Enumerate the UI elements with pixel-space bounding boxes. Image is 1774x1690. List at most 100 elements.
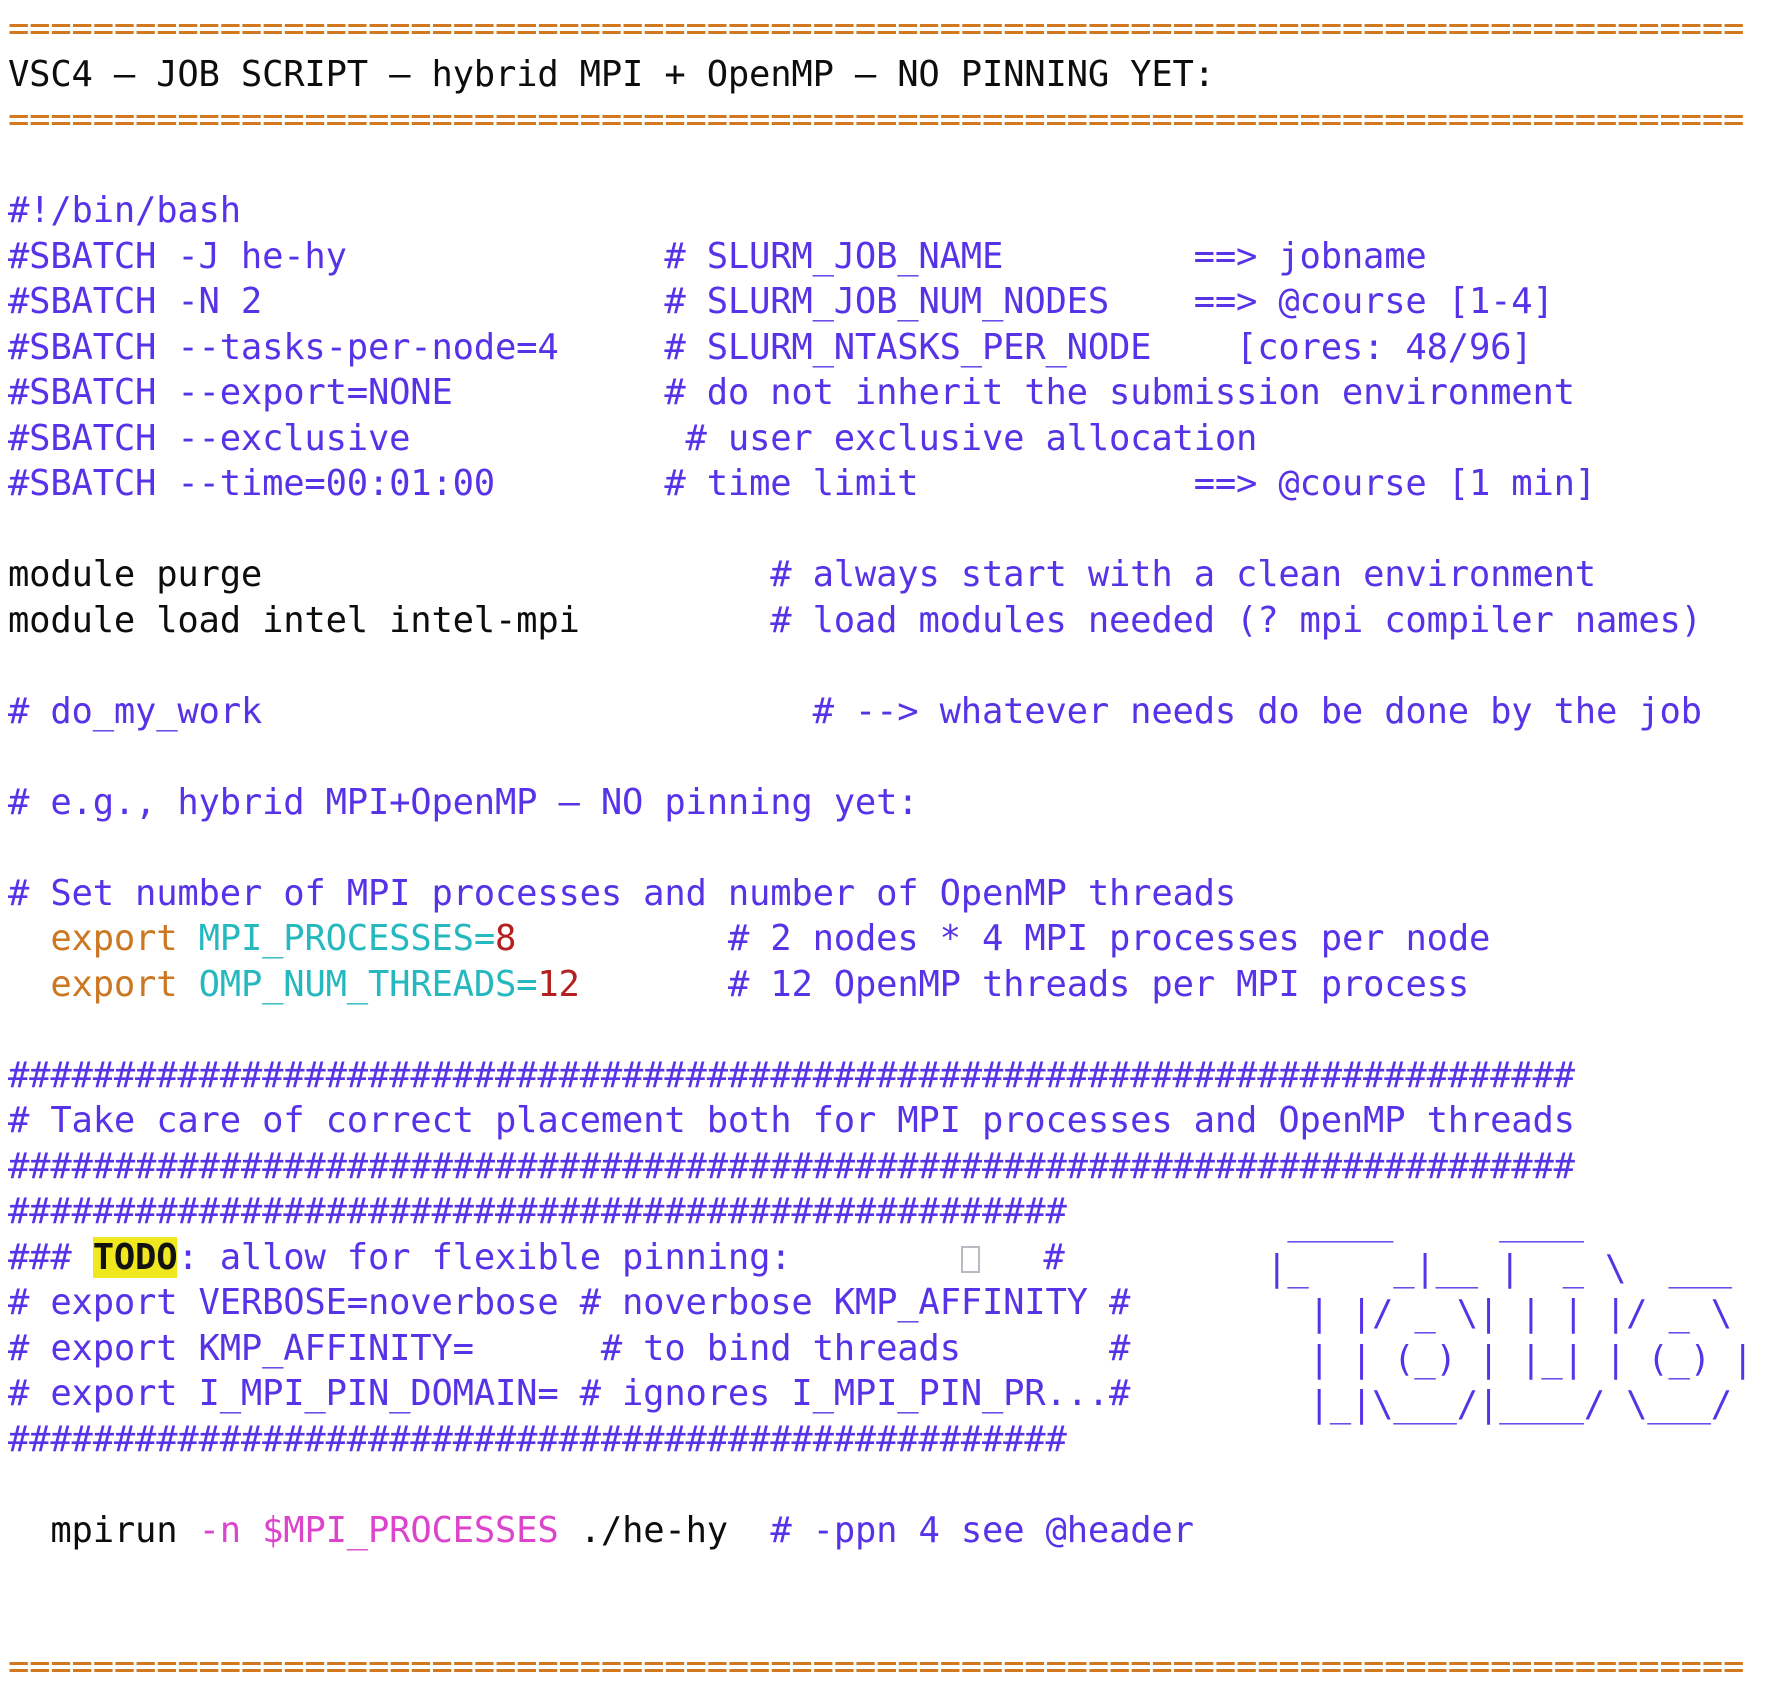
pinning-right: # (1109, 1327, 1131, 1369)
page-title: VSC4 – JOB SCRIPT – hybrid MPI + OpenMP … (8, 53, 1215, 95)
work-comment: # --> whatever needs do be done by the j… (812, 690, 1702, 732)
mpirun-space2 (559, 1510, 580, 1551)
sbatch-gap (262, 281, 664, 322)
code-slide: ========================================… (0, 0, 1774, 1687)
sbatch-gap (495, 463, 664, 504)
sbatch-gap (559, 327, 665, 368)
work-line: # do_my_work # --> whatever needs do be … (8, 689, 1766, 735)
sbatch-gap (347, 236, 665, 277)
mpirun-line: mpirun -n $MPI_PROCESSES ./he-hy # -ppn … (8, 1508, 1766, 1554)
export-varname: MPI_PROCESSES= (198, 918, 496, 959)
sbatch-comment: # SLURM_JOB_NAME ==> jobname (664, 235, 1427, 277)
mpirun-space (177, 1510, 198, 1551)
sbatch-gap (453, 372, 665, 413)
hash-rule-long: ########################################… (8, 1145, 1575, 1187)
todo-gap (791, 1237, 960, 1278)
pinning-right: # (1109, 1373, 1131, 1414)
top-rule: ========================================… (8, 8, 1745, 49)
sbatch-line: #SBATCH --exclusive # user exclusive all… (8, 416, 1766, 462)
export-value: 8 (495, 918, 517, 959)
sbatch-line: #SBATCH --export=NONE # do not inherit t… (8, 370, 1766, 416)
export-keyword: export (50, 963, 178, 1005)
todo-trailing-hash: # (1043, 1236, 1065, 1278)
sbatch-gap (410, 418, 685, 459)
module-comment: # always start with a clean environment (770, 554, 1596, 595)
export-indent (8, 964, 50, 1005)
export-gap (580, 964, 728, 1005)
export-comment: # 12 OpenMP threads per MPI process (727, 963, 1469, 1005)
todo-gap2 (980, 1237, 1044, 1278)
pinning-right: # (1109, 1282, 1131, 1323)
module-gap (262, 554, 770, 595)
bottom-rule: ========================================… (8, 1646, 1745, 1687)
title-underline-rule: ========================================… (8, 99, 1745, 140)
ascii-art-row: | |/ _ \| | | |/ _ \ (1245, 1293, 1733, 1334)
mpirun-indent (8, 1510, 50, 1551)
pinning-left: # export I_MPI_PIN_DOMAIN= # ignores I_M… (8, 1373, 1109, 1414)
ascii-art-row: | | (_) | |_| | (_) | (1245, 1338, 1754, 1380)
sbatch-code: #SBATCH -N 2 (8, 281, 263, 322)
export-space (177, 918, 198, 959)
sbatch-code: #SBATCH --time=00:01:00 (8, 463, 495, 504)
module-line: module purge # always start with a clean… (8, 552, 1766, 598)
export-comment: # 2 nodes * 4 MPI processes per node (727, 918, 1491, 959)
work-code: # do_my_work (8, 690, 263, 732)
sbatch-code: #SBATCH -J he-hy (8, 235, 347, 277)
ascii-art-todo: _____ ____ |_ _|__ | _ \ ___ | |/ _ \| |… (1245, 1200, 1753, 1428)
mpirun-gap (728, 1510, 770, 1551)
set-numbers-note: # Set number of MPI processes and number… (8, 872, 1237, 914)
ascii-art-row: |_|\___/|____/ \___/ (1245, 1384, 1733, 1425)
module-line: module load intel intel-mpi # load modul… (8, 598, 1766, 644)
pinning-left: # export KMP_AFFINITY= # to bind threads (8, 1327, 1109, 1369)
export-value: 12 (537, 963, 580, 1005)
module-code: module purge (8, 554, 263, 595)
sbatch-line: #SBATCH --tasks-per-node=4 # SLURM_NTASK… (8, 325, 1766, 371)
sbatch-comment: # do not inherit the submission environm… (664, 372, 1575, 413)
export-line: export MPI_PROCESSES=8 # 2 nodes * 4 MPI… (8, 916, 1766, 962)
module-code: module load intel intel-mpi (8, 599, 580, 641)
export-space (177, 964, 198, 1005)
mpirun-comment: # -ppn 4 see @header (770, 1509, 1194, 1551)
sbatch-code: #SBATCH --export=NONE (8, 372, 453, 413)
ascii-art-row: |_ _|__ | _ \ ___ (1245, 1247, 1732, 1289)
mpirun-args: -n $MPI_PROCESSES (198, 1509, 559, 1551)
todo-prefix: ### (8, 1236, 93, 1278)
work-gap (262, 691, 813, 732)
sbatch-comment: # time limit ==> @course [1 min] (664, 463, 1596, 504)
missing-glyph-box (960, 1245, 980, 1273)
sbatch-code: #SBATCH --exclusive (8, 417, 411, 459)
sbatch-comment: # user exclusive allocation (685, 417, 1258, 459)
export-varname: OMP_NUM_THREADS= (198, 963, 538, 1005)
module-gap (580, 600, 771, 641)
sbatch-code: #SBATCH --tasks-per-node=4 (8, 326, 559, 368)
export-keyword: export (50, 918, 178, 959)
sbatch-line: #SBATCH --time=00:01:00 # time limit ==>… (8, 461, 1766, 507)
sbatch-line: #SBATCH -N 2 # SLURM_JOB_NUM_NODES ==> @… (8, 279, 1766, 325)
pinning-left: # export VERBOSE=noverbose # noverbose K… (8, 1282, 1109, 1323)
example-note: # e.g., hybrid MPI+OpenMP – NO pinning y… (8, 781, 919, 823)
shebang-line: #!/bin/bash (8, 190, 241, 231)
sbatch-comment: # SLURM_JOB_NUM_NODES ==> @course [1-4] (664, 281, 1554, 322)
mpirun-binary: ./he-hy (579, 1509, 728, 1551)
export-indent (8, 918, 50, 959)
ascii-art-row: _____ ____ (1245, 1202, 1584, 1243)
hash-rule-long: ########################################… (8, 1054, 1575, 1096)
todo-badge: TODO (92, 1236, 178, 1278)
sbatch-comment: # SLURM_NTASKS_PER_NODE [cores: 48/96] (664, 326, 1533, 368)
placement-note: # Take care of correct placement both fo… (8, 1100, 1575, 1141)
mpirun-command: mpirun (50, 1509, 178, 1551)
module-comment: # load modules needed (? mpi compiler na… (770, 599, 1702, 641)
todo-suffix: : allow for flexible pinning: (177, 1236, 792, 1278)
export-line: export OMP_NUM_THREADS=12 # 12 OpenMP th… (8, 962, 1766, 1008)
sbatch-line: #SBATCH -J he-hy # SLURM_JOB_NAME ==> jo… (8, 234, 1766, 280)
export-gap (516, 918, 728, 959)
